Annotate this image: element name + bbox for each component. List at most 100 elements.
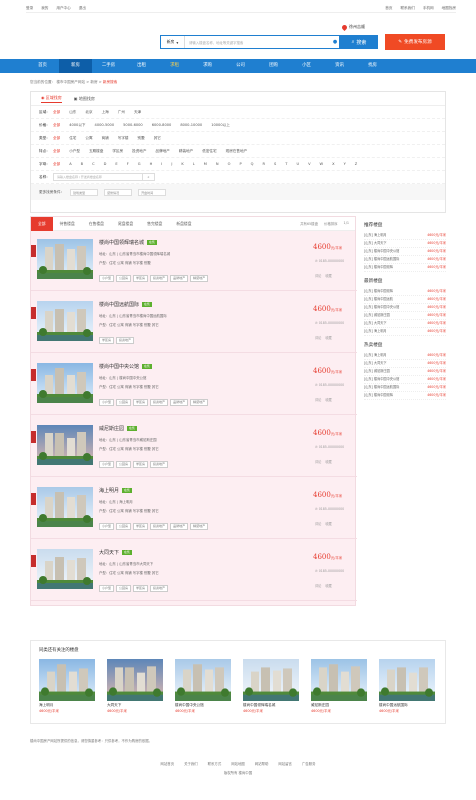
feature-tag[interactable]: 投资地产 bbox=[150, 585, 169, 592]
feature-tag[interactable]: 投资地产 bbox=[150, 399, 169, 406]
filter-option[interactable]: P bbox=[239, 162, 241, 167]
sidebar-item[interactable]: [山东] 楼尚中国中央公馆 4600元/平米 bbox=[364, 304, 446, 312]
home-link[interactable]: 首页 bbox=[385, 6, 392, 11]
decoration-select[interactable]: 装修情况 bbox=[104, 188, 133, 196]
feature-tag[interactable]: 小户型 bbox=[99, 461, 115, 468]
feature-tag[interactable]: 学区房 bbox=[133, 461, 149, 468]
city-switch[interactable]: 徐州吉顺 bbox=[340, 23, 365, 31]
sidebar-item[interactable]: [山东] 楼尚中国领辉 4600元/平米 bbox=[364, 288, 446, 296]
footer-link[interactable]: 网站首页 bbox=[161, 761, 175, 766]
nav-item[interactable]: 求购 bbox=[191, 59, 224, 73]
filter-option[interactable]: E bbox=[115, 162, 117, 167]
publish-button[interactable]: ✎ 免费发布房源 bbox=[385, 34, 445, 50]
feature-tag[interactable]: 投资地产 bbox=[150, 523, 169, 530]
feature-tag[interactable]: 小户型 bbox=[99, 523, 115, 530]
filter-option[interactable]: 现房在售地产 bbox=[226, 149, 248, 154]
favorite-button[interactable]: 收藏 bbox=[325, 459, 331, 464]
filter-option[interactable]: S bbox=[274, 162, 276, 167]
feature-tag[interactable]: 精装地产 bbox=[190, 275, 209, 282]
sidebar-item[interactable]: [山东] 大同天下 4600元/平米 bbox=[364, 240, 446, 248]
nav-item[interactable]: 找房 bbox=[356, 59, 389, 73]
sidebar-item[interactable]: [山东] 楼尚中国远航国际 4600元/平米 bbox=[364, 256, 446, 264]
footer-link[interactable]: 联系方式 bbox=[208, 761, 222, 766]
feature-tag[interactable]: 小户型 bbox=[99, 585, 115, 592]
related-photo[interactable] bbox=[107, 659, 163, 701]
listing-name[interactable]: 楼尚中国领辉瑞名城 bbox=[99, 239, 144, 246]
filter-option[interactable]: 低密住宅 bbox=[202, 149, 216, 154]
filter-option[interactable]: 4000以下 bbox=[69, 123, 85, 128]
listing-item[interactable]: 楼尚中国远航国际 在售 地址：山东 | 山东省青岛市楼尚中国远航国际 户型：住宅 公寓… bbox=[31, 293, 357, 353]
listing-name[interactable]: 威尼斯庄园 bbox=[99, 425, 124, 432]
feature-tag[interactable]: 公园房 bbox=[116, 399, 132, 406]
listing-tab[interactable]: 尾盘楼盘 bbox=[111, 217, 140, 231]
filter-option[interactable]: U bbox=[296, 162, 299, 167]
filter-option[interactable]: L bbox=[193, 162, 195, 167]
filter-option[interactable]: B bbox=[81, 162, 83, 167]
search-type-select[interactable]: 新房 ▾ bbox=[161, 36, 185, 48]
listing-tab[interactable]: 全部 bbox=[31, 216, 53, 231]
filter-option[interactable]: D bbox=[104, 162, 107, 167]
filter-option[interactable]: 公寓 bbox=[85, 136, 92, 141]
search-icon[interactable]: ⌕ bbox=[143, 173, 155, 181]
feature-tag[interactable]: 小户型 bbox=[99, 399, 115, 406]
sort-option[interactable]: 共有65楼盘 bbox=[300, 221, 318, 226]
nav-item[interactable]: 小区 bbox=[290, 59, 323, 73]
listing-name[interactable]: 楼尚中国中央公馆 bbox=[99, 363, 139, 370]
footer-link[interactable]: 网站留言 bbox=[278, 761, 292, 766]
listing-item[interactable]: 楼尚中国中央公馆 在售 地址：山东 | 楼尚中国中央公馆 户型：住宅 公寓 商铺 写字… bbox=[31, 355, 357, 415]
listing-tab[interactable]: 新盘楼盘 bbox=[169, 217, 198, 231]
microphone-icon[interactable]: ● bbox=[331, 36, 339, 48]
feature-tag[interactable]: 投资地产 bbox=[150, 275, 169, 282]
favorite-button[interactable]: 收藏 bbox=[325, 273, 331, 278]
filter-option[interactable]: 全部 bbox=[53, 110, 60, 115]
filter-option[interactable]: N bbox=[216, 162, 219, 167]
listing-photo[interactable] bbox=[37, 549, 93, 589]
favorite-button[interactable]: 收藏 bbox=[325, 335, 331, 340]
comment-button[interactable]: 评论 bbox=[315, 397, 321, 402]
mine-link[interactable]: 我的 bbox=[41, 6, 48, 11]
sidebar-item[interactable]: [山东] 海上明月 4600元/平米 bbox=[364, 232, 446, 240]
filter-option[interactable]: 上海 bbox=[102, 110, 109, 115]
listing-item[interactable]: 威尼斯庄园 在售 地址：山东 | 山东省青岛市威尼斯庄园 户型：住宅 公寓 商铺 写字… bbox=[31, 417, 357, 477]
sidebar-item[interactable]: [山东] 楼尚中国中央公馆 4600元/平米 bbox=[364, 376, 446, 384]
filter-option[interactable]: 品牌地产 bbox=[156, 149, 170, 154]
filter-option[interactable]: 全部 bbox=[53, 136, 60, 141]
feature-tag[interactable]: 学区房 bbox=[133, 275, 149, 282]
sidebar-item[interactable]: [山东] 海上明月 4600元/平米 bbox=[364, 352, 446, 360]
feature-tag[interactable]: 学区房 bbox=[133, 523, 149, 530]
search-button[interactable]: ⌕ 搜索 bbox=[340, 35, 378, 49]
related-card[interactable]: 海上明月 4600元/平米 bbox=[39, 659, 95, 713]
listing-photo[interactable] bbox=[37, 239, 93, 279]
nav-item[interactable]: 首页 bbox=[26, 59, 59, 73]
filter-option[interactable]: 写字楼 bbox=[118, 136, 129, 141]
related-card[interactable]: 楼尚中国中央公馆 4600元/平米 bbox=[175, 659, 231, 713]
sort-option[interactable]: 价格排序 bbox=[324, 221, 338, 226]
contact-link[interactable]: 联系我们 bbox=[400, 6, 414, 11]
nav-item[interactable]: 团购 bbox=[257, 59, 290, 73]
related-photo[interactable] bbox=[175, 659, 231, 701]
filter-option[interactable]: X bbox=[332, 162, 334, 167]
sidebar-item[interactable]: [山东] 威尼斯庄园 4600元/平米 bbox=[364, 312, 446, 320]
filter-option[interactable]: 10000以上 bbox=[211, 123, 230, 128]
related-photo[interactable] bbox=[311, 659, 367, 701]
logout-link[interactable]: 退出 bbox=[79, 6, 86, 11]
comment-button[interactable]: 评论 bbox=[315, 521, 321, 526]
filter-option[interactable]: 全部 bbox=[53, 149, 60, 154]
filter-option[interactable]: W bbox=[320, 162, 324, 167]
filter-option[interactable]: 投资地产 bbox=[132, 149, 146, 154]
related-card[interactable]: 楼尚中国领辉瑞名城 4600元/平米 bbox=[243, 659, 299, 713]
filter-option[interactable]: 6000-8000 bbox=[152, 123, 172, 128]
listing-name[interactable]: 海上明月 bbox=[99, 487, 119, 494]
feature-tag[interactable]: 品牌地产 bbox=[170, 275, 189, 282]
footer-link[interactable]: 广告服务 bbox=[302, 761, 316, 766]
related-card[interactable]: 威尼斯庄园 4600元/平米 bbox=[311, 659, 367, 713]
listing-tab[interactable]: 待售楼盘 bbox=[53, 217, 82, 231]
feature-tag[interactable]: 小户型 bbox=[99, 275, 115, 282]
sidebar-item[interactable]: [山东] 大同天下 4600元/平米 bbox=[364, 360, 446, 368]
sidebar-item[interactable]: [山东] 楼尚中国远航 4600元/平米 bbox=[364, 296, 446, 304]
related-card[interactable]: 楼尚中国远航国际 4600元/平米 bbox=[379, 659, 435, 713]
login-link[interactable]: 登录 bbox=[26, 6, 33, 11]
footer-link[interactable]: 网站帮助 bbox=[255, 761, 269, 766]
filter-option[interactable]: M bbox=[204, 162, 207, 167]
nav-item[interactable]: 新房 bbox=[59, 59, 92, 73]
